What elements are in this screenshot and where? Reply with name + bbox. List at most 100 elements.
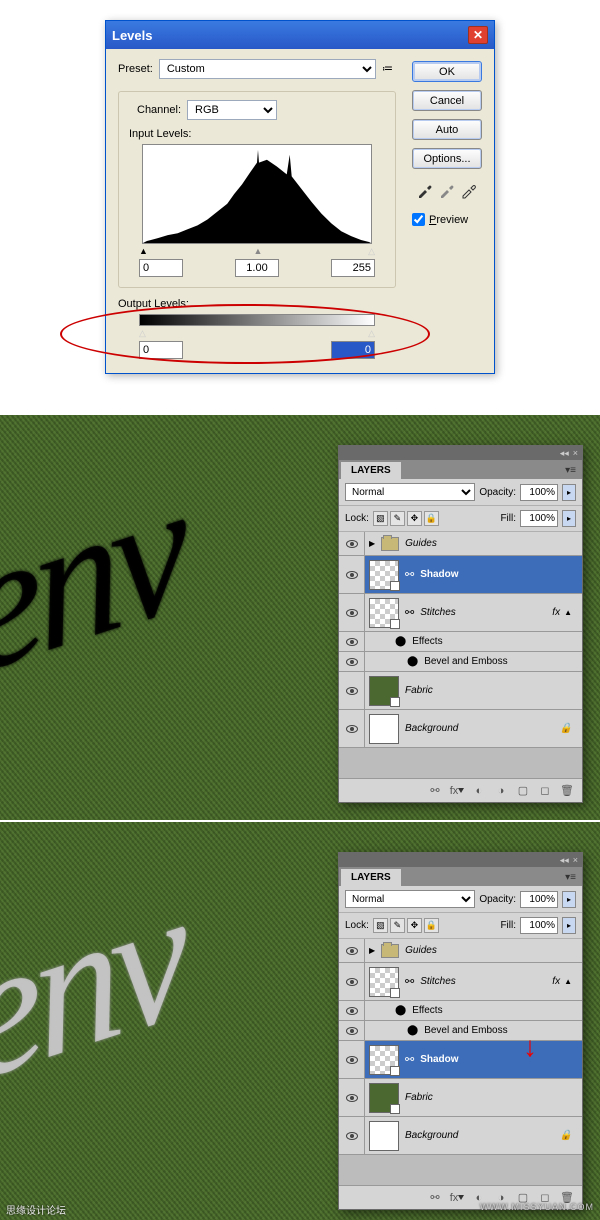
visibility-toggle[interactable] bbox=[339, 632, 365, 651]
lock-pixels-icon[interactable]: ✎ bbox=[390, 918, 405, 933]
adjustment-icon[interactable]: ◑ bbox=[492, 783, 510, 799]
out-white-slider[interactable]: △ bbox=[368, 328, 375, 339]
collapse-fx-icon[interactable]: ▲ bbox=[564, 977, 572, 986]
layer-thumb[interactable] bbox=[369, 1083, 399, 1113]
expand-icon[interactable]: ▶ bbox=[369, 946, 375, 955]
channel-select[interactable]: RGB bbox=[187, 100, 277, 120]
layer-guides[interactable]: ▶Guides bbox=[339, 939, 582, 963]
panel-menu-icon[interactable]: ▾≡ bbox=[559, 869, 582, 886]
layer-thumb[interactable] bbox=[369, 714, 399, 744]
lock-position-icon[interactable]: ✥ bbox=[407, 511, 422, 526]
lock-transparency-icon[interactable]: ▧ bbox=[373, 511, 388, 526]
auto-button[interactable]: Auto bbox=[412, 119, 482, 140]
output-black[interactable] bbox=[139, 341, 183, 359]
input-black[interactable] bbox=[139, 259, 183, 277]
layer-background[interactable]: Background🔒 bbox=[339, 710, 582, 748]
visibility-toggle[interactable] bbox=[339, 1079, 365, 1116]
lock-transparency-icon[interactable]: ▧ bbox=[373, 918, 388, 933]
layer-stitches[interactable]: ⚯Stitchesfx▲ bbox=[339, 963, 582, 1001]
visibility-toggle[interactable] bbox=[339, 710, 365, 747]
fx-badge[interactable]: fx bbox=[552, 607, 560, 618]
preview-label[interactable]: Preview bbox=[429, 214, 468, 226]
delete-layer-icon[interactable]: 🗑 bbox=[558, 783, 576, 799]
layer-background[interactable]: Background🔒 bbox=[339, 1117, 582, 1155]
layer-fabric[interactable]: Fabric bbox=[339, 1079, 582, 1117]
preview-checkbox[interactable] bbox=[412, 213, 425, 226]
layer-bevel[interactable]: ⬤Bevel and Emboss bbox=[339, 1021, 582, 1041]
fill-input[interactable] bbox=[520, 510, 558, 527]
close-button[interactable]: ✕ bbox=[468, 26, 488, 44]
opacity-flyout[interactable]: ▸ bbox=[562, 484, 576, 501]
preset-menu-icon[interactable]: ≔ bbox=[382, 62, 396, 76]
close-panel-icon[interactable]: × bbox=[573, 855, 578, 865]
white-slider[interactable]: △ bbox=[368, 246, 375, 257]
layer-effects[interactable]: ⬤Effects bbox=[339, 632, 582, 652]
layer-shadow[interactable]: ⚯Shadow bbox=[339, 1041, 582, 1079]
fill-flyout[interactable]: ▸ bbox=[562, 510, 576, 527]
visibility-toggle[interactable] bbox=[339, 963, 365, 1000]
blend-mode-select[interactable]: Normal bbox=[345, 483, 475, 501]
output-gradient[interactable] bbox=[139, 314, 375, 326]
new-layer-icon[interactable]: ◻ bbox=[536, 783, 554, 799]
opacity-input[interactable] bbox=[520, 484, 558, 501]
lock-all-icon[interactable]: 🔒 bbox=[424, 918, 439, 933]
visibility-toggle[interactable] bbox=[339, 652, 365, 671]
collapse-icon[interactable]: ◂◂ bbox=[560, 855, 569, 866]
visibility-toggle[interactable] bbox=[339, 1021, 365, 1040]
cancel-button[interactable]: Cancel bbox=[412, 90, 482, 111]
input-white[interactable] bbox=[331, 259, 375, 277]
ok-button[interactable]: OK bbox=[412, 61, 482, 82]
layer-effects[interactable]: ⬤Effects bbox=[339, 1001, 582, 1021]
out-black-slider[interactable]: △ bbox=[139, 328, 146, 339]
layers-tab[interactable]: LAYERS bbox=[341, 869, 401, 886]
fx-badge[interactable]: fx bbox=[552, 976, 560, 987]
lock-all-icon[interactable]: 🔒 bbox=[424, 511, 439, 526]
mask-icon[interactable]: ◐ bbox=[470, 783, 488, 799]
visibility-toggle[interactable] bbox=[339, 1001, 365, 1020]
layer-thumb[interactable] bbox=[369, 676, 399, 706]
collapse-fx-icon[interactable]: ▲ bbox=[564, 608, 572, 617]
eyedropper-white-icon[interactable] bbox=[460, 181, 478, 199]
lock-pixels-icon[interactable]: ✎ bbox=[390, 511, 405, 526]
visibility-toggle[interactable] bbox=[339, 556, 365, 593]
blend-mode-select[interactable]: Normal bbox=[345, 890, 475, 908]
preset-select[interactable]: Custom bbox=[159, 59, 376, 79]
opacity-input[interactable] bbox=[520, 891, 558, 908]
group-icon[interactable]: ▢ bbox=[514, 783, 532, 799]
visibility-toggle[interactable] bbox=[339, 1117, 365, 1154]
layer-bevel[interactable]: ⬤Bevel and Emboss bbox=[339, 652, 582, 672]
fx-menu-icon[interactable]: fx bbox=[448, 783, 466, 799]
collapse-icon[interactable]: ◂◂ bbox=[560, 448, 569, 459]
visibility-toggle[interactable] bbox=[339, 1041, 365, 1078]
opacity-flyout[interactable]: ▸ bbox=[562, 891, 576, 908]
eyedropper-gray-icon[interactable] bbox=[438, 181, 456, 199]
layer-stitches[interactable]: ⚯Stitchesfx▲ bbox=[339, 594, 582, 632]
eyedropper-black-icon[interactable] bbox=[416, 181, 434, 199]
visibility-toggle[interactable] bbox=[339, 532, 365, 555]
layer-thumb[interactable] bbox=[369, 1045, 399, 1075]
panel-menu-icon[interactable]: ▾≡ bbox=[559, 462, 582, 479]
options-button[interactable]: Options... bbox=[412, 148, 482, 169]
visibility-toggle[interactable] bbox=[339, 939, 365, 962]
lock-position-icon[interactable]: ✥ bbox=[407, 918, 422, 933]
layer-guides[interactable]: ▶Guides bbox=[339, 532, 582, 556]
layers-tab[interactable]: LAYERS bbox=[341, 462, 401, 479]
layer-thumb[interactable] bbox=[369, 560, 399, 590]
input-mid[interactable] bbox=[235, 259, 279, 277]
titlebar[interactable]: Levels ✕ bbox=[106, 21, 494, 49]
layer-shadow[interactable]: ⚯Shadow bbox=[339, 556, 582, 594]
link-layers-icon[interactable]: ⚯ bbox=[426, 783, 444, 799]
fill-flyout[interactable]: ▸ bbox=[562, 917, 576, 934]
fill-input[interactable] bbox=[520, 917, 558, 934]
layer-thumb[interactable] bbox=[369, 598, 399, 628]
histogram[interactable] bbox=[142, 144, 372, 244]
visibility-toggle[interactable] bbox=[339, 672, 365, 709]
expand-icon[interactable]: ▶ bbox=[369, 539, 375, 548]
visibility-toggle[interactable] bbox=[339, 594, 365, 631]
mid-slider[interactable]: ▲ bbox=[254, 246, 263, 257]
black-slider[interactable]: ▲ bbox=[139, 246, 148, 257]
layer-thumb[interactable] bbox=[369, 1121, 399, 1151]
output-white[interactable] bbox=[331, 341, 375, 359]
layer-fabric[interactable]: Fabric bbox=[339, 672, 582, 710]
layer-thumb[interactable] bbox=[369, 967, 399, 997]
